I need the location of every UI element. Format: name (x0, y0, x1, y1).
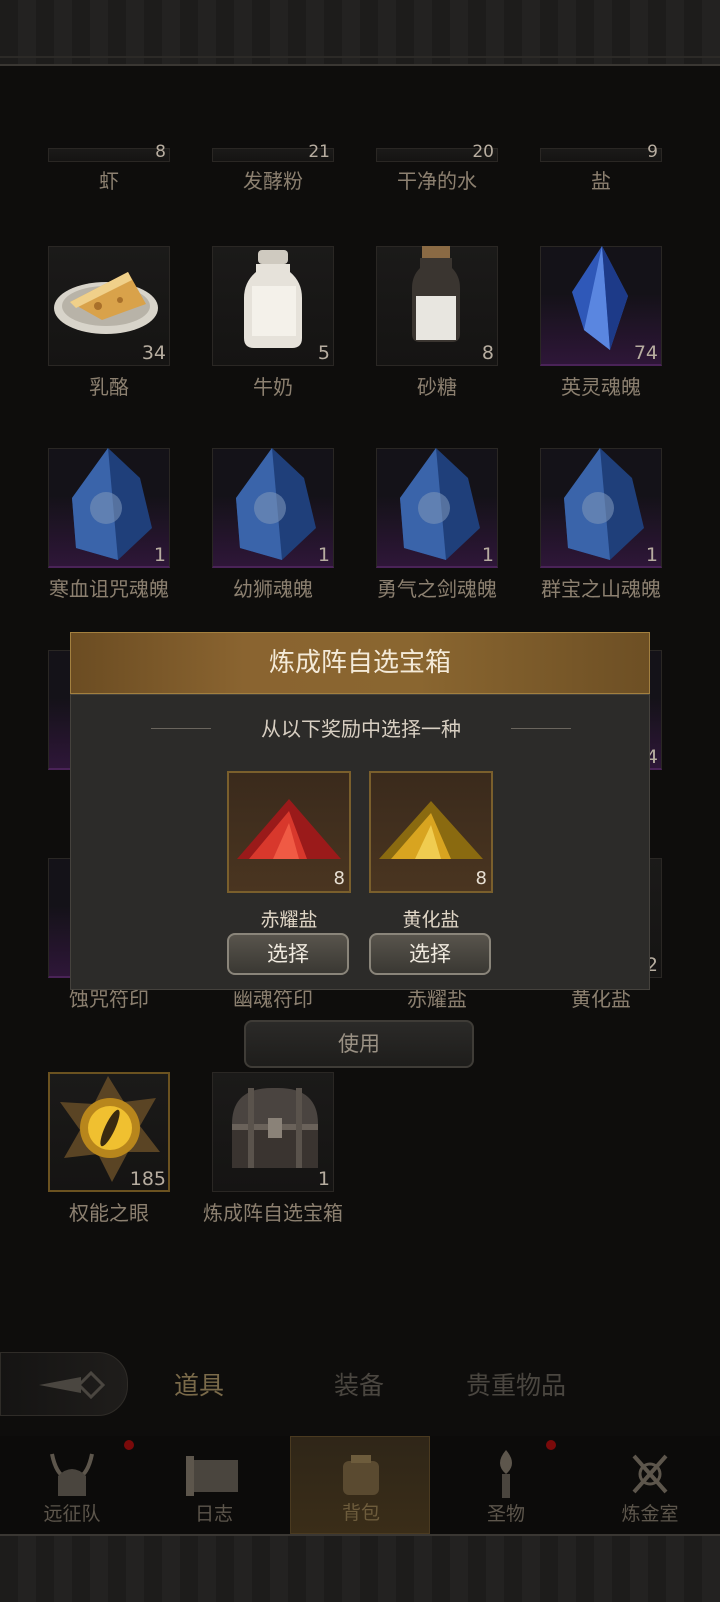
item-name: 虾 (99, 169, 119, 193)
item-name: 群宝之山魂魄 (541, 577, 661, 601)
item-slot-milk[interactable]: 5 牛奶 (212, 246, 334, 399)
reward-count: 8 (333, 868, 345, 889)
nav-backpack[interactable]: 背包 (290, 1436, 430, 1534)
nav-label: 炼金室 (621, 1503, 679, 1525)
item-slot-cheese[interactable]: 34 乳酪 (48, 246, 170, 399)
item-count: 21 (308, 142, 330, 162)
item-count: 5 (317, 342, 330, 364)
nav-journal[interactable]: 日志 (144, 1436, 284, 1534)
item-slot-soul[interactable]: 1 群宝之山魂魄 (540, 448, 662, 601)
reward-option[interactable]: 8 黄化盐 (369, 771, 493, 932)
item-slot-soul[interactable]: 1 勇气之剑魂魄 (376, 448, 498, 601)
yellow-salt-icon (379, 801, 483, 859)
tab-equipment[interactable]: 装备 (334, 1366, 384, 1402)
bottom-frame (0, 1534, 720, 1602)
reward-option[interactable]: 8 赤耀盐 (227, 771, 351, 932)
choose-red-salt-button[interactable]: 选择 (227, 933, 349, 975)
red-salt-icon (237, 799, 341, 859)
item-slot-soul[interactable]: 1 幼狮魂魄 (212, 448, 334, 601)
reward-name: 黄化盐 (402, 909, 460, 931)
modal-title: 炼成阵自选宝箱 (70, 632, 650, 694)
item-count: 1 (317, 544, 330, 566)
use-button[interactable]: 使用 (244, 1020, 474, 1068)
soul-crystal-icon (564, 448, 644, 560)
scroll-icon (186, 1456, 238, 1496)
choose-yellow-salt-button[interactable]: 选择 (369, 933, 491, 975)
slot-frame (540, 148, 662, 162)
alchemy-symbol-icon (632, 1454, 668, 1494)
item-count: 1 (645, 544, 658, 566)
item-name: 乳酪 (89, 375, 129, 399)
item-name: 勇气之剑魂魄 (377, 577, 497, 601)
milk-bottle-icon (244, 250, 302, 348)
tab-items[interactable]: 道具 (174, 1366, 224, 1402)
item-slot-eye[interactable]: 185 权能之眼 (48, 1072, 170, 1225)
soul-crystal-icon (236, 448, 316, 560)
notification-dot (124, 1440, 134, 1450)
top-frame (0, 0, 720, 66)
reward-slot: 8 (369, 771, 493, 893)
item-slot-sugar[interactable]: 8 砂糖 (376, 246, 498, 399)
item-name: 英灵魂魄 (561, 375, 641, 399)
horned-helmet-icon (50, 1453, 94, 1496)
item-count: 8 (481, 342, 494, 364)
soul-crystal-icon (400, 448, 480, 560)
item-name: 盐 (591, 169, 611, 193)
item-count: 74 (633, 342, 658, 364)
back-button[interactable] (0, 1352, 128, 1416)
back-arrow-icon (39, 1370, 106, 1400)
item-count: 1 (153, 544, 166, 566)
item-name: 牛奶 (253, 375, 293, 399)
modal-subtitle: 从以下奖励中选择一种 (151, 713, 571, 745)
item-count: 20 (472, 142, 494, 162)
treasure-chest-icon (232, 1088, 318, 1168)
tab-valuables[interactable]: 贵重物品 (466, 1366, 566, 1402)
nav-alchemy[interactable]: 炼金室 (580, 1436, 720, 1534)
backpack-icon (343, 1455, 379, 1495)
nav-label: 背包 (341, 1502, 380, 1524)
item-name: 发酵粉 (243, 169, 303, 193)
item-count: 9 (647, 142, 658, 162)
item-count: 1 (317, 1168, 330, 1190)
nav-label: 远征队 (43, 1503, 101, 1525)
soul-crystal-icon (72, 448, 152, 560)
nav-label: 日志 (194, 1503, 233, 1525)
slot-frame (48, 148, 170, 162)
torch-icon (500, 1450, 512, 1498)
reward-count: 8 (475, 868, 487, 889)
item-slot-spirit-soul[interactable]: 74 英灵魂魄 (540, 246, 662, 399)
item-count: 8 (155, 142, 166, 162)
item-name: 幼狮魂魄 (233, 577, 313, 601)
item-slot-soul[interactable]: 1 寒血诅咒魂魄 (48, 448, 170, 601)
notification-dot (546, 1440, 556, 1450)
item-name: 寒血诅咒魂魄 (49, 577, 169, 601)
nav-relics[interactable]: 圣物 (436, 1436, 576, 1534)
sugar-jar-icon (412, 246, 460, 342)
item-count: 34 (141, 342, 166, 364)
reward-name: 赤耀盐 (260, 909, 318, 931)
item-count: 1 (481, 544, 494, 566)
reward-choice-modal: 从以下奖励中选择一种 8 赤耀盐 8 黄化盐 选择 选择 (70, 694, 650, 990)
item-name: 干净的水 (397, 169, 477, 193)
item-name: 砂糖 (417, 375, 457, 399)
item-name: 权能之眼 (69, 1201, 149, 1225)
nav-label: 圣物 (486, 1503, 525, 1525)
nav-expedition[interactable]: 远征队 (2, 1436, 142, 1534)
reward-slot: 8 (227, 771, 351, 893)
bottom-nav: 远征队 日志 背包 圣物 炼金室 (0, 1436, 720, 1534)
item-count: 185 (129, 1168, 166, 1190)
item-name: 炼成阵自选宝箱 (203, 1201, 343, 1225)
item-slot-chest[interactable]: 1 炼成阵自选宝箱 (203, 1072, 343, 1225)
